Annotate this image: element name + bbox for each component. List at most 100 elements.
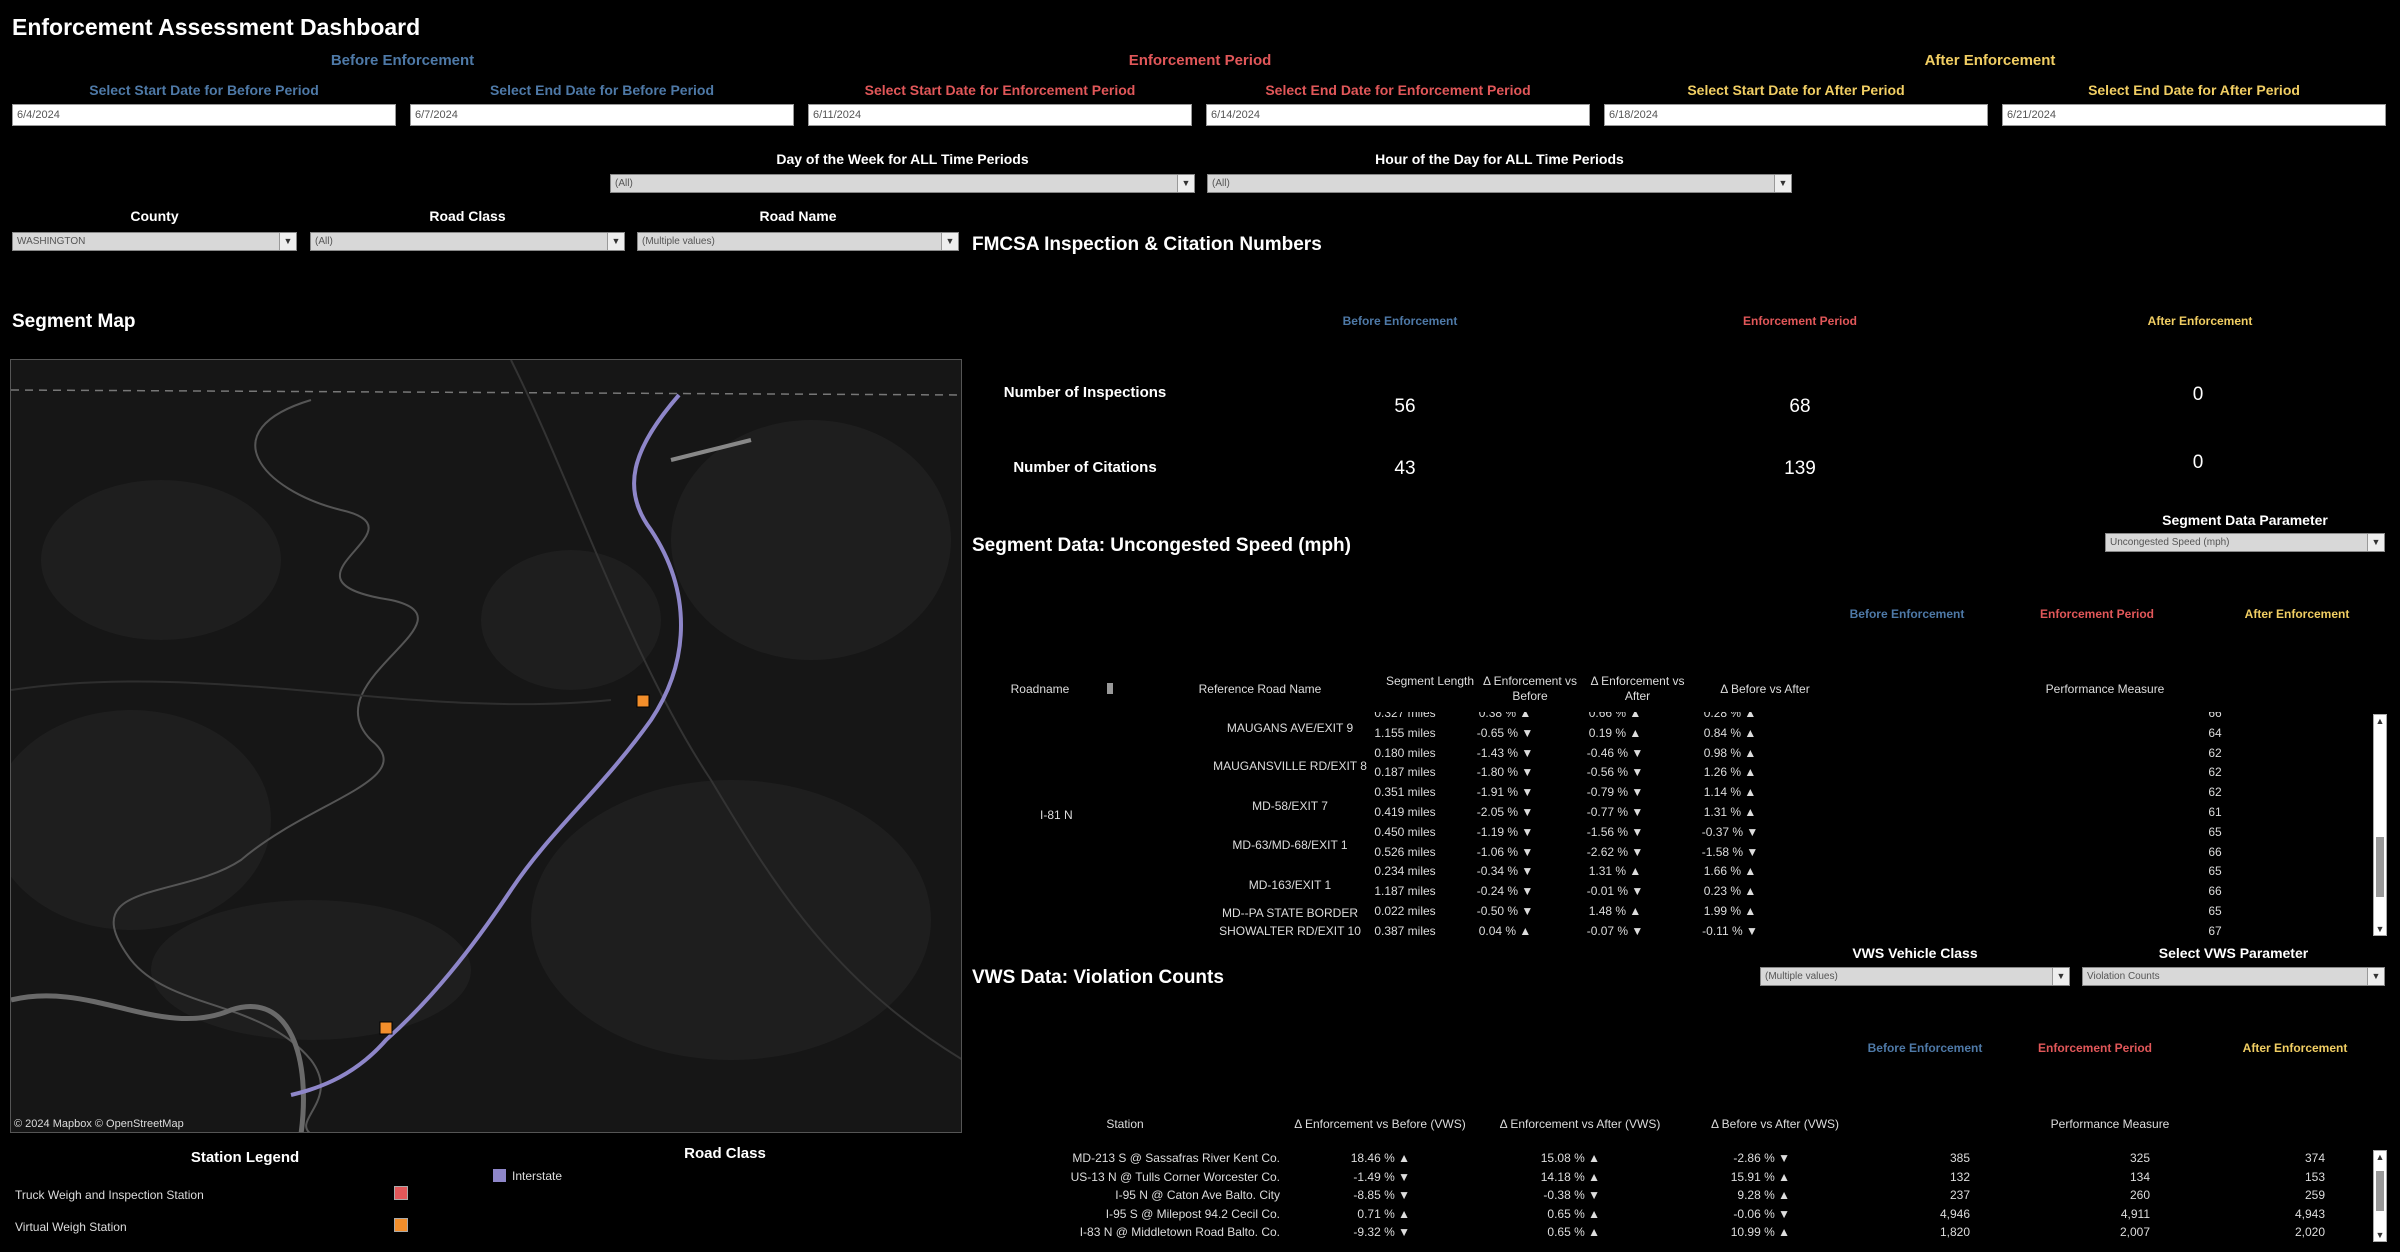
reference-road-name: MAUGANS AVE/EXIT 9 [1226,721,1354,735]
segment-cell-d3: 1.99 % ▲ [1703,904,1757,918]
vws-cell-b: 237 [1949,1188,1970,1202]
vws-cell-d1: 18.46 % ▲ [1350,1151,1410,1165]
segment-cell-b: 62 [2208,785,2222,800]
segment-cell-b: 62 [2208,745,2222,760]
vws-station-name: I-95 S @ Milepost 94.2 Cecil Co. [1105,1206,1280,1221]
segment-cell-length: 0.351 miles [1374,785,1436,800]
segment-cell-b: 65 [2208,864,2222,879]
segment-cell-d2: -2.62 % ▼ [1586,844,1644,859]
vws-param-label: Select VWS Parameter [2158,945,2309,961]
day-of-week-dropdown[interactable]: (All) ▼ [610,174,1195,193]
scroll-thumb[interactable] [2376,1171,2384,1211]
segment-cell-b: 65 [2208,824,2222,839]
segment-col-after: After Enforcement [2244,607,2350,621]
vws-class-dropdown[interactable]: (Multiple values) ▼ [1760,967,2070,986]
vws-table-scrollbar[interactable]: ▲ ▼ [2373,1150,2387,1242]
segment-cell-b: 66 [2208,712,2222,720]
vws-param-dropdown[interactable]: Violation Counts ▼ [2082,967,2385,986]
segment-param-dropdown[interactable]: Uncongested Speed (mph) ▼ [2105,533,2385,552]
segment-cell-e: 66 [2363,864,2370,878]
vws-cell-e: 134 [2129,1169,2150,1184]
segment-map[interactable] [10,359,962,1133]
enforcement-end-date-input[interactable]: 6/14/2024 [1206,104,1590,126]
col-header-reference: Reference Road Name [1198,682,1322,696]
virtual-weigh-station-marker[interactable] [636,694,650,708]
map-canvas[interactable] [11,360,962,1133]
segment-cell-d1: -1.43 % ▼ [1476,745,1534,760]
vws-cell-d3: 9.28 % ▲ [1737,1188,1790,1202]
fmcsa-col-after: After Enforcement [2147,314,2253,328]
vws-cell-b: 385 [1949,1151,1970,1165]
segment-map-title: Segment Map [12,311,136,332]
virtual-weigh-station-marker[interactable] [379,1021,393,1035]
segment-cell-length: 0.387 miles [1374,923,1436,936]
segment-cell-d2: 1.48 % ▲ [1588,904,1642,918]
state-border-line [11,389,961,396]
hour-of-day-value: (All) [1212,178,1230,189]
vws-col-enforcement: Enforcement Period [2037,1041,2153,1055]
segment-cell-d1: -1.91 % ▼ [1476,785,1534,800]
scroll-up-icon[interactable]: ▲ [2374,1151,2386,1163]
chevron-down-icon[interactable]: ▼ [1774,175,1791,192]
after-start-date-input[interactable]: 6/18/2024 [1604,104,1988,126]
scroll-down-icon[interactable]: ▼ [2374,923,2386,935]
road-name-label: Road Name [759,208,837,224]
vws-header-before-vs-after: Δ Before vs After (VWS) [1710,1117,1840,1131]
vws-header-enf-vs-after: Δ Enforcement vs After (VWS) [1499,1117,1661,1131]
before-end-label: Select End Date for Before Period [489,82,715,98]
county-value: WASHINGTON [17,236,86,247]
vws-cell-d3: -2.86 % ▼ [1733,1151,1790,1165]
segment-param-value: Uncongested Speed (mph) [2110,537,2230,548]
chevron-down-icon[interactable]: ▼ [2052,968,2069,985]
vws-cell-b: 132 [1949,1169,1970,1184]
vws-station-name: I-83 N @ Middletown Road Balto. Co. [1079,1225,1280,1239]
road-class-dropdown[interactable]: (All) ▼ [310,232,625,251]
segment-cell-d2: -0.79 % ▼ [1586,785,1644,800]
hour-of-day-dropdown[interactable]: (All) ▼ [1207,174,1792,193]
segment-cell-e: 66 [2363,884,2370,898]
vws-cell-d1: 0.71 % ▲ [1357,1206,1410,1221]
chevron-down-icon[interactable]: ▼ [2367,968,2384,985]
citations-label: Number of Citations [1013,459,1157,476]
chevron-down-icon[interactable]: ▼ [607,233,624,250]
segment-cell-e: 65 [2363,904,2370,918]
vws-cell-d2: -0.38 % ▼ [1543,1188,1600,1202]
vws-header-station: Station [1106,1117,1144,1131]
enforcement-start-date-input[interactable]: 6/11/2024 [808,104,1192,126]
road-name-dropdown[interactable]: (Multiple values) ▼ [637,232,959,251]
chevron-down-icon[interactable]: ▼ [2367,534,2384,551]
vws-header-performance: Performance Measure [2050,1117,2170,1131]
enforcement-start-label: Select Start Date for Enforcement Period [864,82,1136,98]
map-attribution: © 2024 Mapbox © OpenStreetMap [14,1118,184,1130]
scroll-up-icon[interactable]: ▲ [2374,715,2386,727]
segment-table-body[interactable]: I-81 N MAUGANS AVE/EXIT 9 MAUGANSVILLE R… [960,712,2370,936]
segment-table-scrollbar[interactable]: ▲ ▼ [2373,714,2387,936]
before-start-date-input[interactable]: 6/4/2024 [12,104,396,126]
vws-param-value: Violation Counts [2087,971,2160,982]
road-name-value: (Multiple values) [642,236,715,247]
vws-cell-b: 4,946 [1939,1206,1970,1221]
chevron-down-icon[interactable]: ▼ [279,233,296,250]
chevron-down-icon[interactable]: ▼ [941,233,958,250]
county-dropdown[interactable]: WASHINGTON ▼ [12,232,297,251]
segment-cell-length: 0.234 miles [1374,864,1436,879]
segment-cell-d1: -0.50 % ▼ [1476,904,1534,918]
scroll-down-icon[interactable]: ▼ [2374,1229,2386,1241]
vws-cell-d1: -9.32 % ▼ [1353,1225,1410,1239]
segment-cell-e: 63 [2363,805,2370,819]
chevron-down-icon[interactable]: ▼ [1177,175,1194,192]
vws-cell-d2: 14.18 % ▲ [1540,1169,1600,1184]
after-end-date-input[interactable]: 6/21/2024 [2002,104,2386,126]
scroll-thumb[interactable] [2376,837,2384,897]
interstate-legend-swatch [493,1169,506,1182]
segment-cell-d1: 0.38 % ▲ [1478,712,1532,720]
before-end-date-input[interactable]: 6/7/2024 [410,104,794,126]
vws-cell-e: 2,007 [2119,1225,2150,1239]
after-start-label: Select Start Date for After Period [1687,82,1905,98]
sort-icon[interactable] [1107,683,1113,694]
truck-station-legend-swatch [394,1186,408,1200]
virtual-station-legend-label: Virtual Weigh Station [15,1220,127,1234]
segment-cell-d3: 1.14 % ▲ [1703,785,1757,800]
vws-cell-d3: 15.91 % ▲ [1730,1169,1790,1184]
station-legend-title: Station Legend [190,1149,300,1166]
